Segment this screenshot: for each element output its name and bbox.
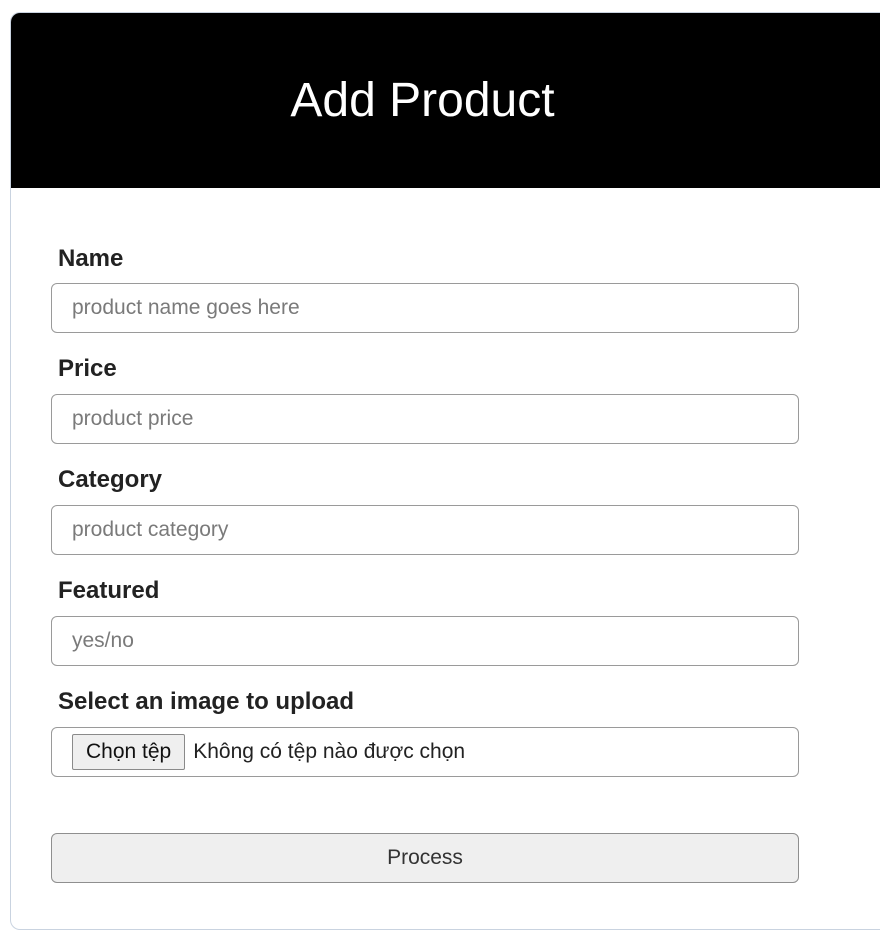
image-file-input[interactable]: Chọn tệp Không có tệp nào được chọn	[51, 727, 799, 777]
name-input[interactable]	[51, 283, 799, 333]
name-label: Name	[58, 245, 124, 272]
featured-label: Featured	[58, 577, 160, 604]
price-label: Price	[58, 355, 117, 382]
price-input[interactable]	[51, 394, 799, 444]
card-header: Add Product	[11, 13, 880, 188]
add-product-card: Add Product Name Price Category Featured…	[10, 12, 880, 930]
choose-file-button[interactable]: Chọn tệp	[72, 734, 186, 770]
featured-input[interactable]	[51, 616, 799, 666]
file-status-text: Không có tệp nào được chọn	[193, 740, 466, 763]
image-upload-label: Select an image to upload	[58, 688, 355, 715]
process-button[interactable]: Process	[51, 833, 799, 883]
category-input[interactable]	[51, 505, 799, 555]
page-title: Add Product	[290, 74, 555, 127]
category-label: Category	[58, 466, 163, 493]
